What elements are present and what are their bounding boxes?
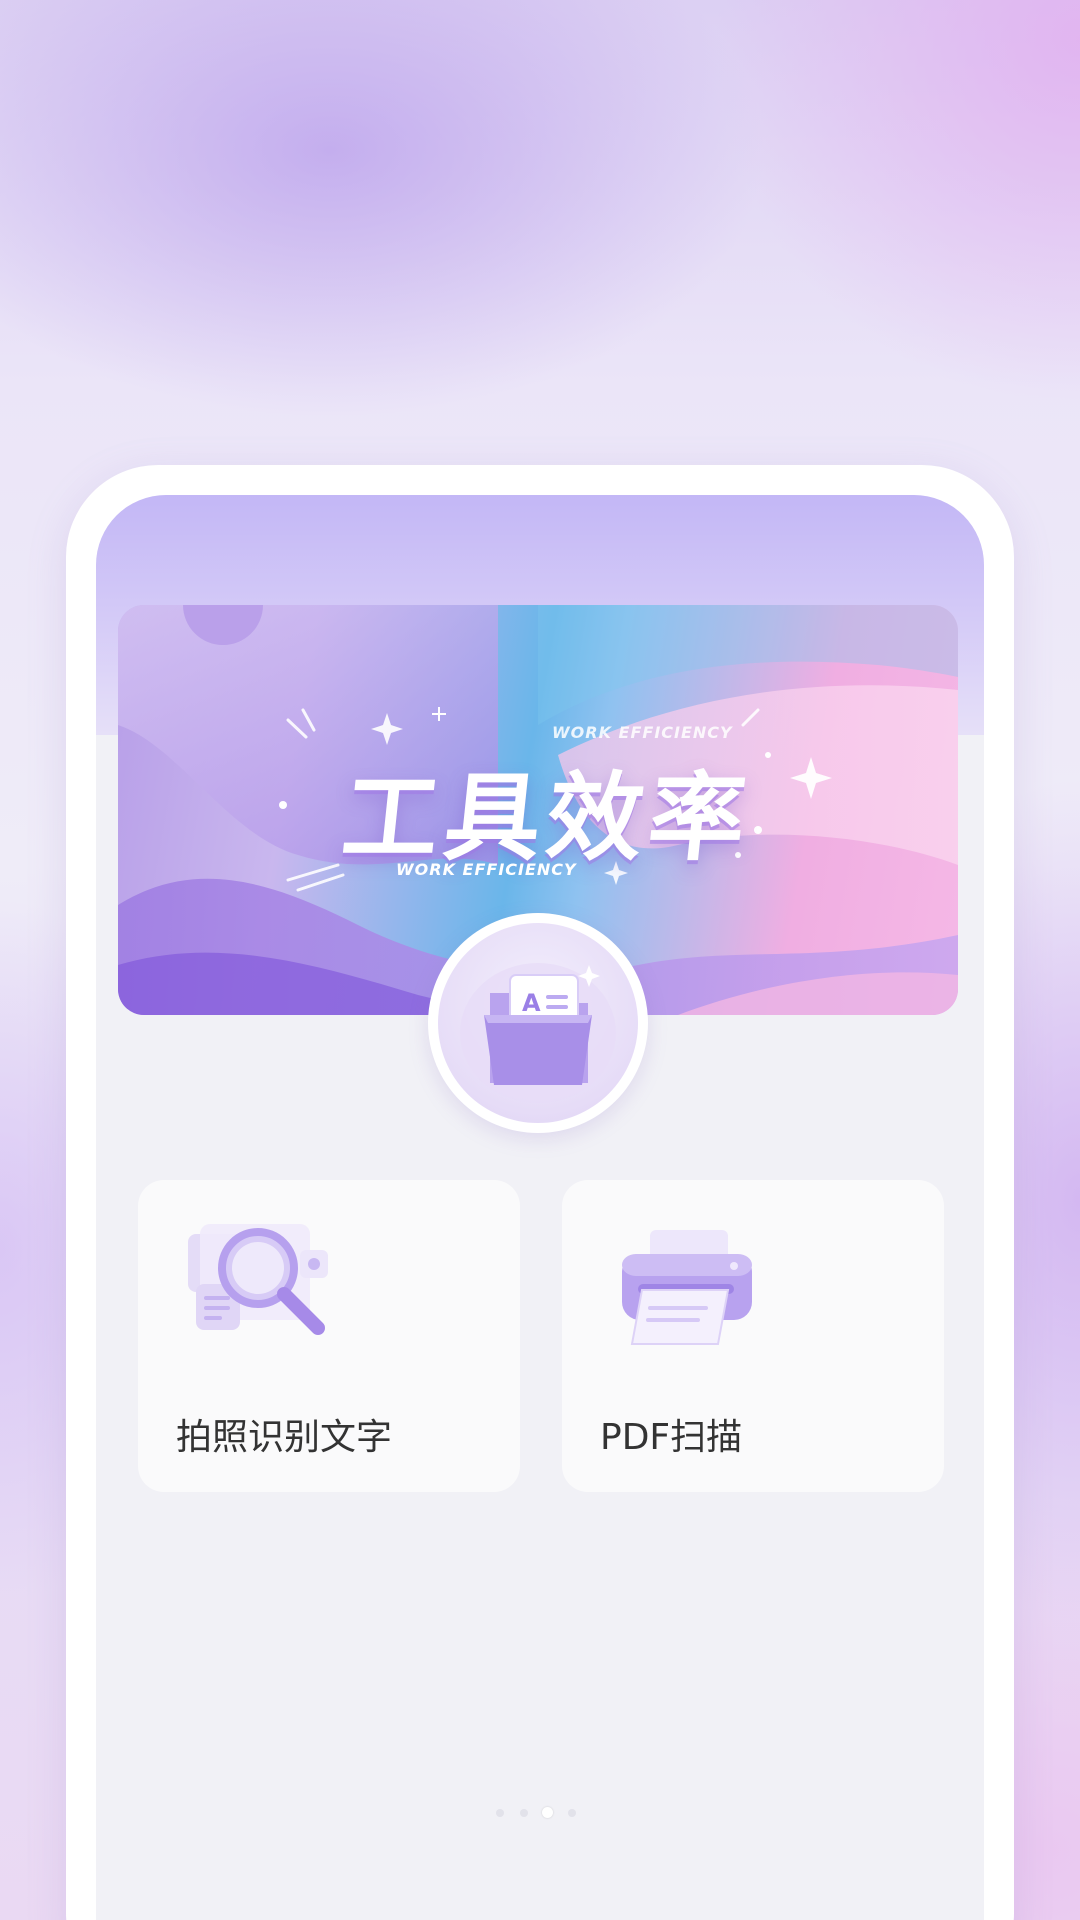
page-indicator bbox=[492, 1806, 582, 1820]
phone-frame: WORK EFFICIENCY 工具效率 WORK EFFICIENCY A 拍… bbox=[66, 465, 1014, 1920]
page-dot-active[interactable] bbox=[542, 1807, 553, 1818]
feature-card-pdf-scan[interactable]: PDF扫描 bbox=[562, 1180, 944, 1492]
page-dot[interactable] bbox=[496, 1809, 504, 1817]
page-dot[interactable] bbox=[520, 1809, 528, 1817]
feature-label-ocr: 拍照识别文字 bbox=[176, 1417, 393, 1458]
feature-card-ocr[interactable]: 拍照识别文字 bbox=[138, 1180, 520, 1492]
feature-label-pdf-scan: PDF扫描 bbox=[600, 1417, 743, 1458]
center-app-icon[interactable]: A bbox=[428, 913, 648, 1133]
phone-screen: WORK EFFICIENCY 工具效率 WORK EFFICIENCY A 拍… bbox=[96, 495, 984, 1920]
app-background: WORK EFFICIENCY 工具效率 WORK EFFICIENCY A 拍… bbox=[0, 0, 1080, 1920]
folder-letter: A bbox=[522, 989, 541, 1017]
page-dot[interactable] bbox=[568, 1809, 576, 1817]
banner-subtitle-bottom: WORK EFFICIENCY bbox=[396, 860, 577, 879]
magnifier-document-icon bbox=[180, 1220, 340, 1350]
banner-title: 工具效率 bbox=[337, 762, 757, 874]
printer-icon bbox=[604, 1220, 764, 1350]
folder-document-icon: A bbox=[438, 923, 638, 1123]
